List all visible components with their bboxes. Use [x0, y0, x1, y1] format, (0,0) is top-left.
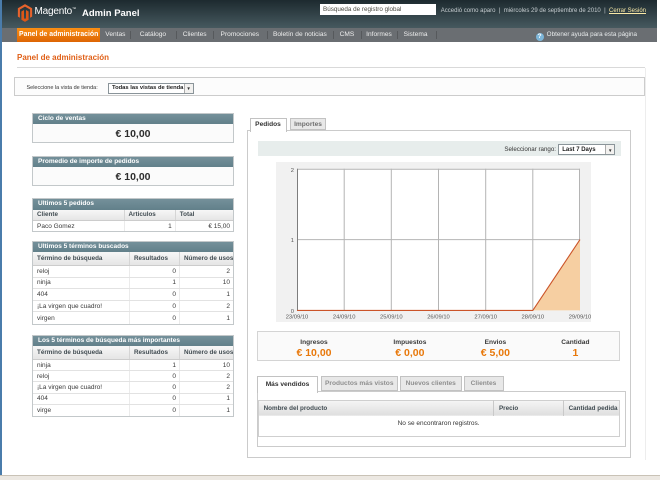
svg-text:24/09/10: 24/09/10	[333, 315, 356, 321]
svg-text:23/09/10: 23/09/10	[286, 315, 309, 321]
svg-text:2: 2	[291, 168, 294, 174]
svg-text:1: 1	[291, 238, 294, 244]
svg-text:28/09/10: 28/09/10	[522, 315, 545, 321]
svg-text:27/09/10: 27/09/10	[474, 315, 497, 321]
svg-text:25/09/10: 25/09/10	[380, 315, 403, 321]
svg-text:26/09/10: 26/09/10	[427, 315, 450, 321]
svg-text:29/09/10: 29/09/10	[569, 315, 591, 321]
